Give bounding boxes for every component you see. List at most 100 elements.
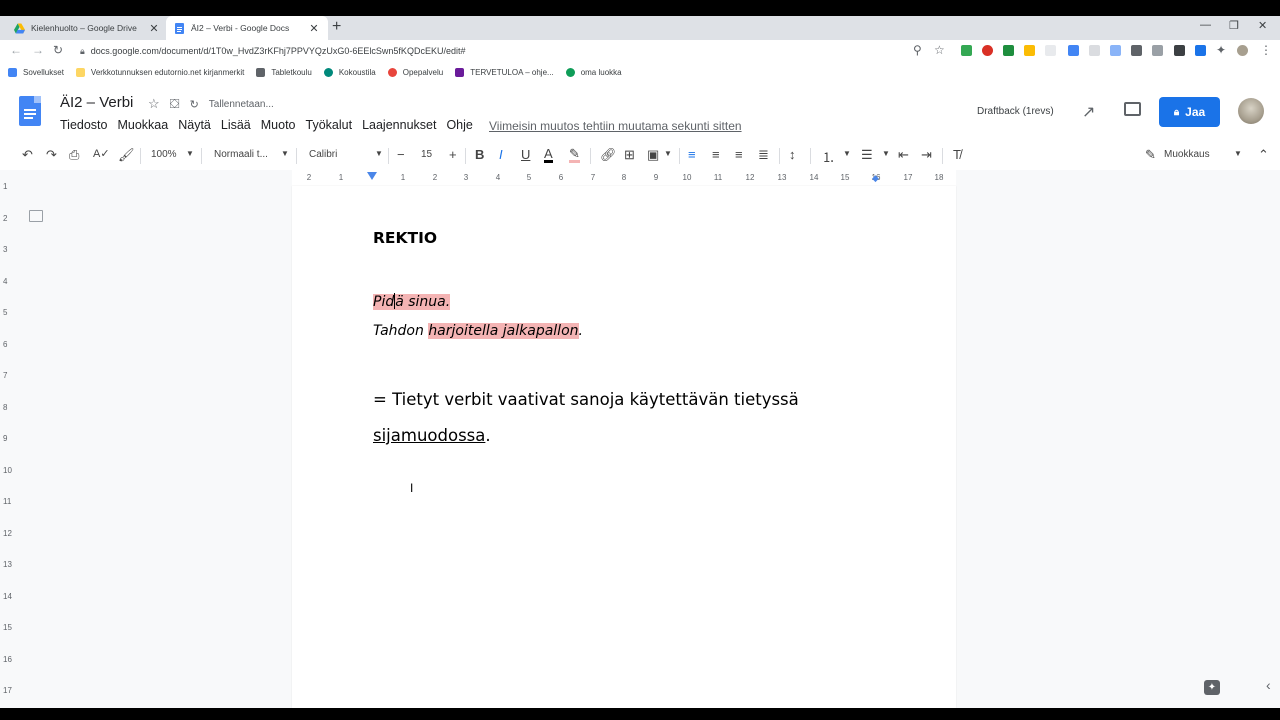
justify-icon[interactable]: ≣ <box>758 147 769 163</box>
italic-icon[interactable]: I <box>499 147 503 162</box>
paint-format-icon[interactable]: 🖌︎ <box>118 147 135 163</box>
align-right-icon[interactable]: ≡ <box>735 147 743 162</box>
extension-icon[interactable] <box>1195 45 1206 56</box>
star-icon[interactable]: ☆ <box>148 96 160 112</box>
zoom-icon[interactable]: ⚲ <box>913 43 922 57</box>
comment-icon[interactable] <box>1124 102 1141 116</box>
editing-mode-select[interactable]: Muokkaus <box>1164 149 1210 160</box>
menu-view[interactable]: Näytä <box>178 118 211 132</box>
bookmark-item[interactable]: Opepalvelu <box>387 67 443 77</box>
menu-format[interactable]: Muoto <box>261 118 296 132</box>
side-panel-toggle-icon[interactable]: ‹ <box>1266 677 1271 693</box>
decrease-indent-icon[interactable]: ⇤ <box>898 147 909 163</box>
reload-icon[interactable]: ↻ <box>53 43 63 57</box>
definition-line-1[interactable]: = Tietyt verbit vaativat sanoja käytettä… <box>373 390 799 409</box>
bookmark-star-icon[interactable]: ☆ <box>934 43 945 57</box>
text-before-cursor: Pid <box>373 294 395 310</box>
move-folder-icon[interactable]: ⛋ <box>170 96 180 112</box>
spellcheck-icon[interactable]: A✓ <box>93 147 110 160</box>
document-title[interactable]: ÄI2 – Verbi <box>60 94 133 111</box>
avatar[interactable] <box>1238 98 1264 124</box>
zoom-select[interactable]: 100% <box>151 149 177 160</box>
increase-indent-icon[interactable]: ⇥ <box>921 147 932 163</box>
numbered-list-icon[interactable]: ⒈ <box>822 147 835 166</box>
text-color-icon[interactable]: A <box>544 147 553 163</box>
line-spacing-icon[interactable]: ↕ <box>789 147 796 162</box>
decrease-font-size-icon[interactable]: − <box>397 147 405 162</box>
bookmark-item[interactable]: Tabletkoulu <box>256 67 312 77</box>
explore-icon[interactable]: ✦ <box>1204 680 1220 695</box>
activity-trend-icon[interactable]: ↗ <box>1082 102 1095 122</box>
extension-icon[interactable] <box>1068 45 1079 56</box>
ruler-tick-label: 1 <box>338 173 344 182</box>
adblock-icon[interactable] <box>982 45 993 56</box>
print-icon[interactable]: ⎙ <box>69 147 79 163</box>
url-field[interactable]: 🔒︎ docs.google.com/document/d/1T0w_HvdZ3… <box>80 42 940 60</box>
bookmark-item[interactable]: Kokoustila <box>323 67 376 77</box>
menu-tools[interactable]: Työkalut <box>306 118 353 132</box>
minimize-icon[interactable]: — <box>1200 19 1211 31</box>
document-page[interactable] <box>292 186 956 708</box>
last-edit-link[interactable]: Viimeisin muutos tehtiin muutama sekunti… <box>489 119 742 133</box>
chevron-down-icon: ▼ <box>1234 149 1242 158</box>
menu-insert[interactable]: Lisää <box>221 118 251 132</box>
new-tab-button[interactable]: + <box>332 18 341 36</box>
close-icon[interactable]: ✕ <box>308 22 320 35</box>
redo-icon[interactable]: ↷ <box>46 147 57 163</box>
definition-line-2[interactable]: sijamuodossa. <box>373 426 491 445</box>
extension-icon[interactable] <box>1152 45 1163 56</box>
menu-edit[interactable]: Muokkaa <box>117 118 168 132</box>
clear-formatting-icon[interactable]: T̸ <box>953 147 961 162</box>
document-outline-icon[interactable] <box>29 210 43 222</box>
extension-icon[interactable] <box>1174 45 1185 56</box>
menu-extensions[interactable]: Laajennukset <box>362 118 436 132</box>
example-sentence-1[interactable]: Pidä sinua. <box>373 293 451 310</box>
font-size-input[interactable]: 15 <box>421 149 432 160</box>
style-select[interactable]: Normaali t... <box>214 149 268 160</box>
highlighted-text: harjoitella jalkapallon <box>428 323 579 339</box>
extension-icon[interactable] <box>1110 45 1121 56</box>
window-close-icon[interactable]: ✕ <box>1258 19 1267 32</box>
bookmark-item[interactable]: Verkkotunnuksen edutornio.net kirjanmerk… <box>75 67 244 77</box>
tab-stop-marker[interactable]: ◆ <box>872 173 879 184</box>
share-button[interactable]: 🔒︎ Jaa <box>1159 97 1220 127</box>
insert-link-icon[interactable]: 🔗︎ <box>600 147 617 163</box>
back-icon[interactable]: ← <box>10 43 22 57</box>
bulleted-list-icon[interactable]: ☰ <box>861 147 873 163</box>
highlight-color-icon[interactable]: ✎ <box>569 147 580 163</box>
profile-avatar-icon[interactable] <box>1237 45 1248 56</box>
insert-image-icon[interactable]: ▣ <box>647 147 659 163</box>
extensions-puzzle-icon[interactable]: ✦ <box>1216 43 1226 57</box>
drive-extension-icon[interactable] <box>1024 45 1035 56</box>
increase-font-size-icon[interactable]: + <box>449 147 457 162</box>
kebab-menu-icon[interactable]: ⋮ <box>1260 43 1272 57</box>
google-docs-logo-icon[interactable] <box>19 96 41 126</box>
extension-icon[interactable] <box>1089 45 1100 56</box>
tab-docs[interactable]: ÄI2 – Verbi - Google Docs ✕ <box>166 16 328 40</box>
extension-icon[interactable] <box>1045 45 1056 56</box>
align-left-icon[interactable]: ≡ <box>688 147 696 162</box>
bold-icon[interactable]: B <box>475 147 484 162</box>
tab-drive[interactable]: Kielenhuolto – Google Drive ✕ <box>6 16 168 40</box>
menu-help[interactable]: Ohje <box>446 118 472 132</box>
close-icon[interactable]: ✕ <box>148 22 160 35</box>
font-select[interactable]: Calibri <box>309 149 337 160</box>
restore-icon[interactable]: ❐ <box>1229 19 1239 32</box>
bookmark-item[interactable]: Sovellukset <box>8 67 64 77</box>
add-comment-icon[interactable]: ⊞ <box>624 147 635 163</box>
align-center-icon[interactable]: ≡ <box>712 147 720 162</box>
example-sentence-2[interactable]: Tahdon harjoitella jalkapallon. <box>373 323 583 339</box>
extension-icon[interactable] <box>1003 45 1014 56</box>
extension-icon[interactable] <box>961 45 972 56</box>
bookmark-item[interactable]: TERVETULOA – ohje... <box>455 67 554 77</box>
undo-icon[interactable]: ↶ <box>22 147 33 163</box>
collapse-menus-icon[interactable]: ⌃ <box>1258 147 1269 163</box>
bookmark-item[interactable]: oma luokka <box>565 67 622 77</box>
draftback-button[interactable]: Draftback (1revs) <box>977 106 1054 117</box>
underline-icon[interactable]: U <box>521 147 530 162</box>
forward-icon[interactable]: → <box>32 43 44 57</box>
ruler-tick-label: 9 <box>653 173 659 182</box>
heading-rektio[interactable]: REKTIO <box>373 229 437 247</box>
extension-icon[interactable] <box>1131 45 1142 56</box>
menu-file[interactable]: Tiedosto <box>60 118 107 132</box>
